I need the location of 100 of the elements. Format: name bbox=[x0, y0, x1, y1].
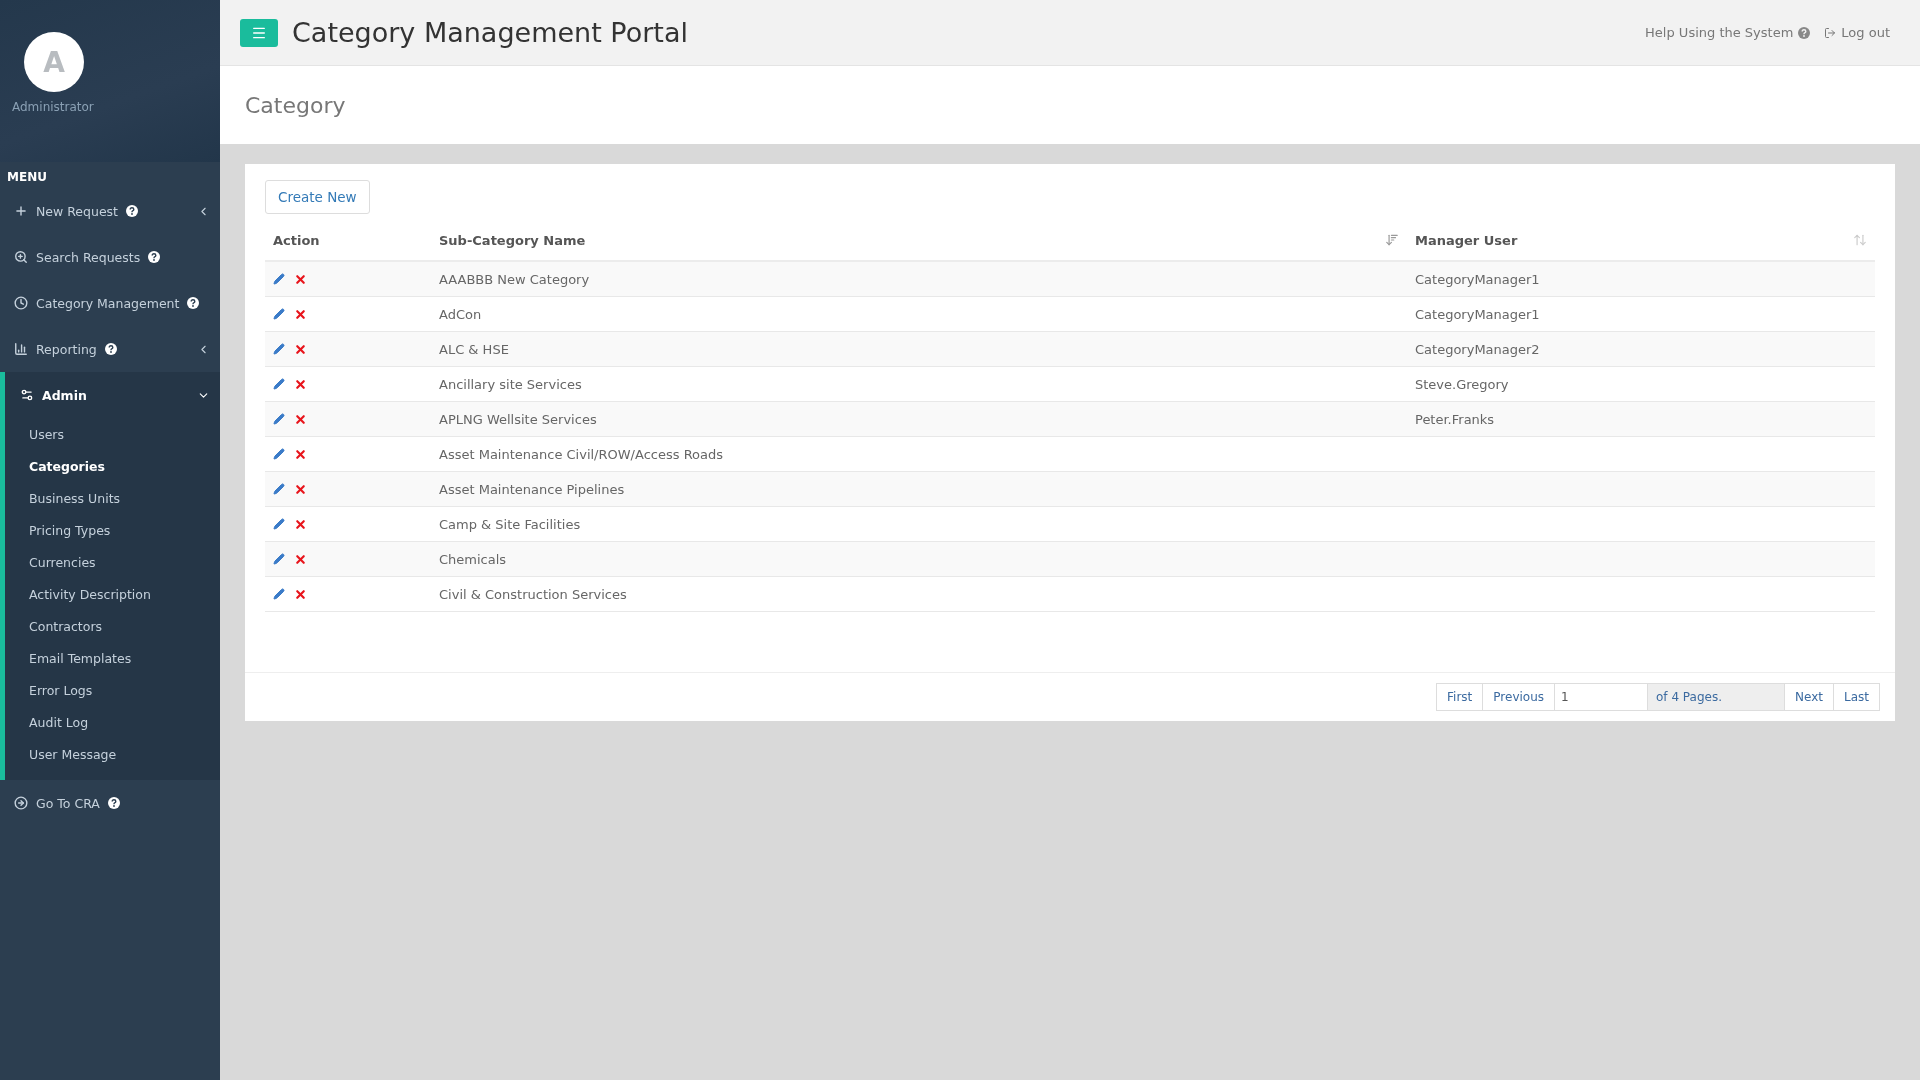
help-icon bbox=[1798, 26, 1811, 39]
delete-button[interactable] bbox=[294, 587, 307, 601]
table-cell: AAABBB New Category bbox=[439, 271, 590, 287]
submenu-item[interactable]: User Message bbox=[29, 746, 117, 762]
close-icon bbox=[294, 482, 307, 496]
app-title: Category Management Portal bbox=[292, 17, 688, 48]
edit-button[interactable] bbox=[273, 343, 285, 355]
close-icon bbox=[294, 272, 307, 286]
delete-button[interactable] bbox=[294, 272, 307, 286]
column-header: Action bbox=[273, 232, 320, 248]
pencil-icon bbox=[273, 483, 285, 495]
plus-icon bbox=[14, 204, 28, 218]
submenu-item[interactable]: Contractors bbox=[29, 618, 103, 634]
next-page-button[interactable]: Next bbox=[1784, 683, 1834, 711]
edit-button[interactable] bbox=[273, 553, 285, 565]
first-page-button[interactable]: First bbox=[1436, 683, 1484, 711]
help-link[interactable]: Help Using the System bbox=[1645, 25, 1811, 40]
close-icon bbox=[294, 307, 307, 321]
sidebar-item[interactable]: Reporting bbox=[0, 326, 220, 372]
search-icon bbox=[14, 250, 28, 264]
table-cell: Chemicals bbox=[439, 551, 507, 567]
delete-button[interactable] bbox=[294, 377, 307, 391]
submenu-item[interactable]: Categories bbox=[29, 458, 105, 474]
edit-button[interactable] bbox=[273, 273, 285, 285]
pencil-icon bbox=[273, 518, 285, 530]
last-page-button[interactable]: Last bbox=[1833, 683, 1880, 711]
table-cell: APLNG Wellsite Services bbox=[439, 411, 597, 427]
close-icon bbox=[294, 377, 307, 391]
submenu-item[interactable]: Users bbox=[29, 426, 64, 442]
delete-button[interactable] bbox=[294, 412, 307, 426]
pencil-icon bbox=[273, 553, 285, 565]
edit-button[interactable] bbox=[273, 518, 285, 530]
column-header[interactable]: Sub-Category Name bbox=[439, 232, 586, 248]
menu-heading: MENU bbox=[6, 169, 47, 186]
bar-chart-icon bbox=[14, 342, 28, 356]
table-cell: Steve.Gregory bbox=[1415, 376, 1509, 392]
help-icon bbox=[104, 343, 117, 355]
sidebar-item[interactable]: Go To CRA bbox=[0, 780, 220, 826]
table-cell: ALC & HSE bbox=[439, 341, 509, 357]
avatar: A bbox=[24, 32, 84, 92]
close-icon bbox=[294, 342, 307, 356]
submenu-item[interactable]: Error Logs bbox=[29, 682, 93, 698]
close-icon bbox=[294, 412, 307, 426]
help-icon bbox=[126, 205, 138, 217]
table-cell: AdCon bbox=[439, 306, 482, 322]
edit-button[interactable] bbox=[273, 378, 285, 390]
create-new-button[interactable]: Create New bbox=[265, 180, 370, 214]
page-input[interactable]: 1 bbox=[1554, 683, 1649, 711]
previous-page-button[interactable]: Previous bbox=[1482, 683, 1556, 711]
submenu-item[interactable]: Activity Description bbox=[29, 586, 151, 602]
pencil-icon bbox=[273, 413, 285, 425]
edit-button[interactable] bbox=[273, 483, 285, 495]
sidebar-item[interactable]: Category Management bbox=[0, 280, 220, 326]
pencil-icon bbox=[273, 588, 285, 600]
delete-button[interactable] bbox=[294, 552, 307, 566]
submenu-item[interactable]: Pricing Types bbox=[29, 522, 111, 538]
page-count: of 4 Pages. bbox=[1647, 683, 1786, 711]
arrow-circle-icon bbox=[14, 796, 28, 810]
delete-button[interactable] bbox=[294, 517, 307, 531]
pencil-icon bbox=[273, 448, 285, 460]
submenu-item[interactable]: Business Units bbox=[29, 490, 121, 506]
help-icon bbox=[148, 251, 161, 263]
logout-link[interactable]: Log out bbox=[1824, 25, 1890, 40]
table-cell: CategoryManager1 bbox=[1415, 271, 1540, 287]
delete-button[interactable] bbox=[294, 447, 307, 461]
pencil-icon bbox=[273, 308, 285, 320]
submenu-item[interactable]: Currencies bbox=[29, 554, 96, 570]
table-cell: CategoryManager2 bbox=[1415, 341, 1540, 357]
user-role: Administrator bbox=[12, 100, 95, 114]
table-cell: Asset Maintenance Civil/ROW/Access Roads bbox=[439, 446, 724, 462]
table-cell: Asset Maintenance Pipelines bbox=[439, 481, 625, 497]
delete-button[interactable] bbox=[294, 307, 307, 321]
close-icon bbox=[294, 447, 307, 461]
logout-icon bbox=[1824, 26, 1837, 39]
help-icon bbox=[107, 797, 120, 809]
table-cell: Civil & Construction Services bbox=[439, 586, 627, 602]
page-title: Category bbox=[245, 92, 346, 118]
close-icon bbox=[294, 587, 307, 601]
sort-icon[interactable] bbox=[1385, 233, 1399, 247]
submenu-item[interactable]: Audit Log bbox=[29, 714, 89, 730]
delete-button[interactable] bbox=[294, 482, 307, 496]
sidebar-item[interactable]: Admin bbox=[0, 372, 220, 418]
column-header[interactable]: Manager User bbox=[1415, 232, 1518, 248]
table-cell: Peter.Franks bbox=[1415, 411, 1495, 427]
delete-button[interactable] bbox=[294, 342, 307, 356]
table-cell: Ancillary site Services bbox=[439, 376, 582, 392]
sidebar-item[interactable]: Search Requests bbox=[0, 234, 220, 280]
clock-icon bbox=[14, 296, 28, 310]
edit-button[interactable] bbox=[273, 413, 285, 425]
close-icon bbox=[294, 517, 307, 531]
table-cell: Camp & Site Facilities bbox=[439, 516, 581, 532]
close-icon bbox=[294, 552, 307, 566]
edit-button[interactable] bbox=[273, 588, 285, 600]
edit-button[interactable] bbox=[273, 308, 285, 320]
sidebar-item[interactable]: New Request bbox=[0, 188, 220, 234]
help-icon bbox=[187, 297, 200, 309]
edit-button[interactable] bbox=[273, 448, 285, 460]
pencil-icon bbox=[273, 343, 285, 355]
submenu-item[interactable]: Email Templates bbox=[29, 650, 132, 666]
table-cell: CategoryManager1 bbox=[1415, 306, 1540, 322]
